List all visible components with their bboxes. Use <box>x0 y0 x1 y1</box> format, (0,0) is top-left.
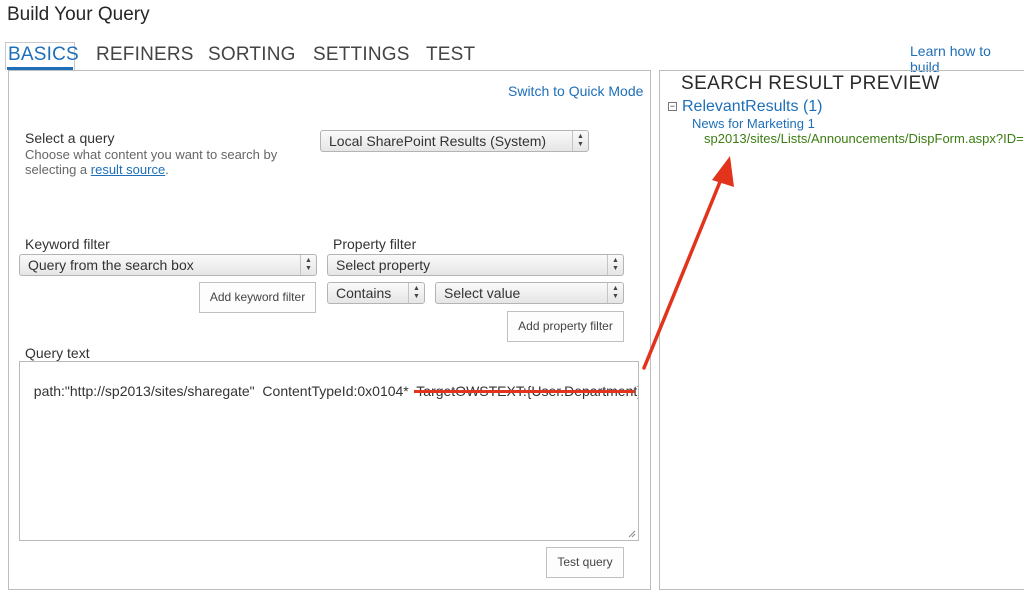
dropdown-arrows-icon: ▲ ▼ <box>408 283 424 303</box>
select-query-hint: Choose what content you want to search b… <box>25 147 277 177</box>
result-group-label[interactable]: RelevantResults (1) <box>682 98 823 116</box>
dropdown-arrows-icon: ▲ ▼ <box>607 255 623 275</box>
result-source-select[interactable]: Local SharePoint Results (System) ▲ ▼ <box>320 130 589 152</box>
tab-refiners[interactable]: REFINERS <box>96 44 194 66</box>
property-select[interactable]: Select property ▲ ▼ <box>327 254 624 276</box>
keyword-filter-value: Query from the search box <box>28 257 194 273</box>
keyword-filter-select[interactable]: Query from the search box ▲ ▼ <box>19 254 317 276</box>
add-property-filter-button[interactable]: Add property filter <box>507 311 624 342</box>
operator-select-value: Contains <box>336 285 392 301</box>
tab-basics[interactable]: BASICS <box>8 44 79 66</box>
select-query-hint-prefix: selecting a <box>25 162 91 177</box>
annotation-arrow-icon <box>642 156 734 370</box>
page-title: Build Your Query <box>7 4 150 25</box>
tab-settings[interactable]: SETTINGS <box>313 44 410 66</box>
result-title-link[interactable]: News for Marketing 1 <box>692 116 815 131</box>
tab-sorting[interactable]: SORTING <box>208 44 296 66</box>
keyword-filter-label: Keyword filter <box>25 236 110 252</box>
select-query-hint-line1: Choose what content you want to search b… <box>25 147 278 162</box>
collapse-icon[interactable]: − <box>668 102 677 111</box>
query-text-input[interactable]: path:"http://sp2013/sites/sharegate" Con… <box>19 361 639 541</box>
value-select[interactable]: Select value ▲ ▼ <box>435 282 624 304</box>
property-select-value: Select property <box>336 257 431 273</box>
value-select-value: Select value <box>444 285 521 301</box>
resize-grip-icon[interactable] <box>628 530 636 538</box>
select-query-label: Select a query <box>25 130 115 146</box>
result-url: sp2013/sites/Lists/Announcements/DispFor… <box>704 131 1024 146</box>
tab-test[interactable]: TEST <box>426 44 475 66</box>
result-source-value: Local SharePoint Results (System) <box>329 133 547 149</box>
dropdown-arrows-icon: ▲ ▼ <box>572 131 588 151</box>
result-source-link[interactable]: result source <box>91 162 165 177</box>
preview-title: SEARCH RESULT PREVIEW <box>681 73 940 94</box>
operator-select[interactable]: Contains ▲ ▼ <box>327 282 425 304</box>
test-query-button[interactable]: Test query <box>546 547 624 578</box>
dropdown-arrows-icon: ▲ ▼ <box>300 255 316 275</box>
switch-quick-mode-link[interactable]: Switch to Quick Mode <box>508 83 643 99</box>
property-filter-label: Property filter <box>333 236 417 252</box>
dropdown-arrows-icon: ▲ ▼ <box>607 283 623 303</box>
query-text-label: Query text <box>25 345 90 361</box>
add-keyword-filter-button[interactable]: Add keyword filter <box>199 282 316 313</box>
annotation-underline <box>414 390 635 393</box>
select-query-hint-suffix: . <box>165 162 169 177</box>
